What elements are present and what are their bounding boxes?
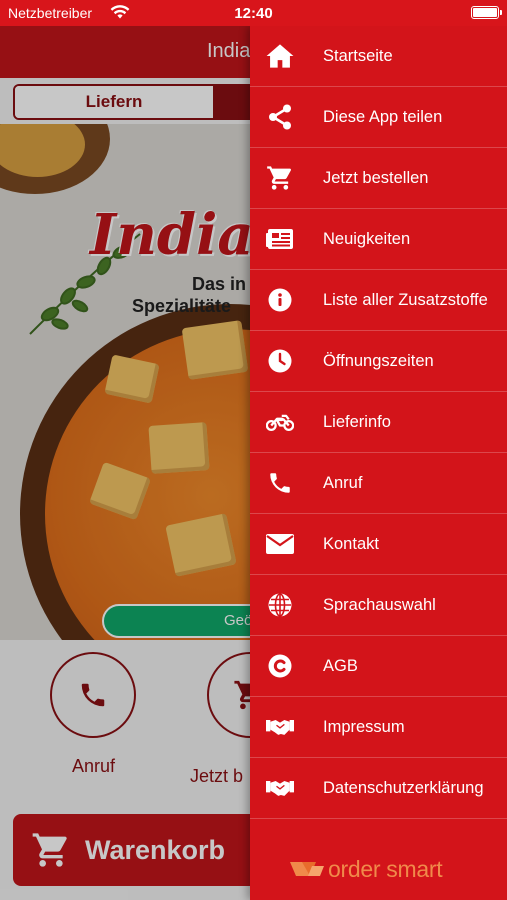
- copyright-icon: [266, 652, 294, 680]
- menu-item-datenschutz[interactable]: Datenschutzerklärung: [250, 758, 507, 819]
- order-smart-brand: order smart: [290, 854, 443, 884]
- envelope-icon: [266, 530, 294, 558]
- menu-item-label: Liste aller Zusatzstoffe: [323, 290, 488, 309]
- brand-name: order smart: [328, 855, 443, 882]
- menu-item-label: Jetzt bestellen: [323, 168, 429, 187]
- menu-item-lieferinfo[interactable]: Lieferinfo: [250, 392, 507, 453]
- menu-item-label: Impressum: [323, 717, 405, 736]
- info-icon: [266, 286, 294, 314]
- menu-item-label: Startseite: [323, 46, 393, 65]
- side-menu: Startseite Diese App teilen Jetzt bestel…: [250, 26, 507, 900]
- clock-time: 12:40: [234, 5, 273, 22]
- menu-item-oeffnungszeiten[interactable]: Öffnungszeiten: [250, 331, 507, 392]
- phone-icon: [266, 469, 294, 497]
- menu-item-label: AGB: [323, 656, 358, 675]
- menu-item-neuigkeiten[interactable]: Neuigkeiten: [250, 209, 507, 270]
- handshake-icon: [266, 774, 294, 802]
- menu-item-agb[interactable]: AGB: [250, 636, 507, 697]
- status-bar: Netzbetreiber 12:40: [0, 0, 507, 26]
- menu-item-jetzt-bestellen[interactable]: Jetzt bestellen: [250, 148, 507, 209]
- news-icon: [266, 225, 294, 253]
- home-icon: [266, 42, 294, 70]
- menu-item-label: Datenschutzerklärung: [323, 778, 484, 797]
- motorcycle-icon: [266, 408, 294, 436]
- menu-item-label: Sprachauswahl: [323, 595, 436, 614]
- cart-icon: [266, 164, 294, 192]
- menu-item-app-teilen[interactable]: Diese App teilen: [250, 87, 507, 148]
- menu-item-label: Lieferinfo: [323, 412, 391, 431]
- menu-item-impressum[interactable]: Impressum: [250, 697, 507, 758]
- menu-item-label: Anruf: [323, 473, 363, 492]
- handshake-icon: [266, 713, 294, 741]
- menu-item-label: Kontakt: [323, 534, 379, 553]
- menu-item-kontakt[interactable]: Kontakt: [250, 514, 507, 575]
- menu-item-label: Diese App teilen: [323, 107, 443, 126]
- share-icon: [266, 103, 294, 131]
- menu-item-anruf[interactable]: Anruf: [250, 453, 507, 514]
- battery-icon: [471, 6, 502, 19]
- menu-item-label: Öffnungszeiten: [323, 351, 434, 370]
- clock-icon: [266, 347, 294, 375]
- globe-icon: [266, 591, 294, 619]
- menu-item-startseite[interactable]: Startseite: [250, 26, 507, 87]
- order-smart-logo-icon: [290, 862, 324, 876]
- menu-item-sprachauswahl[interactable]: Sprachauswahl: [250, 575, 507, 636]
- menu-item-zusatzstoffe[interactable]: Liste aller Zusatzstoffe: [250, 270, 507, 331]
- menu-item-label: Neuigkeiten: [323, 229, 411, 248]
